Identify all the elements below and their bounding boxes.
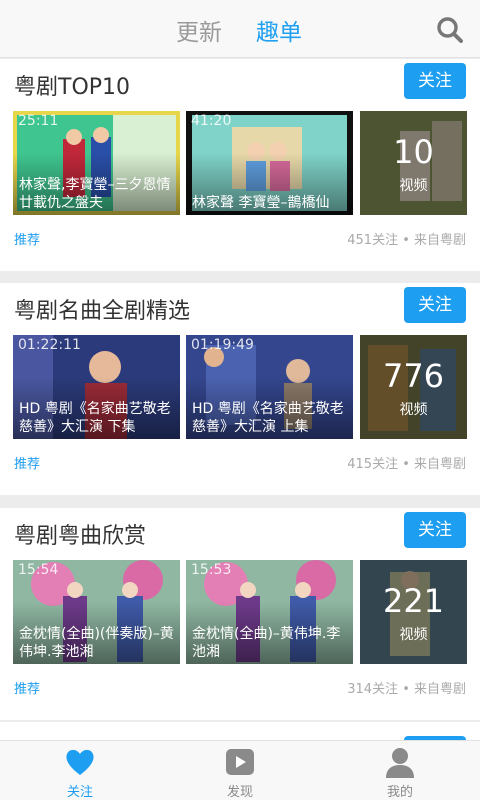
video-count: 221: [382, 582, 445, 620]
recommend-tag[interactable]: 推荐: [14, 229, 40, 248]
nav-follow[interactable]: 关注: [40, 745, 120, 800]
video-thumbnail[interactable]: 41:20 林家聲 李寶瑩–鵲橋仙: [186, 111, 353, 215]
more-videos-tile[interactable]: 221 视频: [360, 560, 467, 664]
video-thumbnail[interactable]: 01:19:49 HD 粤剧《名家曲艺敬老慈善》大汇演 上集: [186, 335, 353, 439]
card-title: 粤剧粤曲欣赏: [14, 524, 147, 549]
video-thumbnail[interactable]: 15:54 金枕情(全曲)(伴奏版)–黄伟坤.李池湘: [13, 560, 180, 664]
nav-label: 关注: [66, 785, 93, 800]
nav-label: 我的: [386, 785, 413, 800]
play-icon: [223, 745, 257, 779]
video-count-label: 视频: [399, 178, 428, 194]
top-bar: 更新 趣单: [0, 0, 480, 58]
follow-meta: 415关注 • 来自粤剧: [347, 457, 466, 472]
heart-icon: [63, 745, 97, 779]
nav-discover[interactable]: 发现: [200, 745, 280, 800]
nav-label: 发现: [226, 785, 253, 800]
playlist-card[interactable]: 粤剧TOP10 关注 25:11 林家聲,李寶瑩–三夕恩情廿載仇之盤夫 41:2…: [0, 59, 480, 271]
video-caption: 金枕情(全曲)–黄伟坤.李池湘: [192, 626, 341, 660]
more-videos-tile[interactable]: 776 视频: [360, 335, 467, 439]
follow-meta: 314关注 • 来自粤剧: [347, 682, 466, 697]
video-thumbnail[interactable]: 25:11 林家聲,李寶瑩–三夕恩情廿載仇之盤夫: [13, 111, 180, 215]
video-duration: 01:19:49: [191, 337, 254, 353]
tab-playlists[interactable]: 趣单: [256, 13, 302, 47]
video-caption: 林家聲 李寶瑩–鵲橋仙: [192, 195, 330, 211]
video-thumbnail[interactable]: 15:53 金枕情(全曲)–黄伟坤.李池湘: [186, 560, 353, 664]
video-count-label: 视频: [399, 627, 428, 643]
video-count: 10: [393, 133, 434, 171]
card-title: 粤剧名曲全剧精选: [14, 299, 191, 324]
video-caption: 金枕情(全曲)(伴奏版)–黄伟坤.李池湘: [19, 626, 174, 660]
more-videos-tile[interactable]: 10 视频: [360, 111, 467, 215]
recommend-tag[interactable]: 推荐: [14, 678, 40, 697]
card-title: 粤剧TOP10: [14, 75, 131, 100]
tab-update[interactable]: 更新: [176, 13, 222, 47]
follow-button[interactable]: 关注: [404, 287, 466, 323]
video-count-label: 视频: [399, 402, 428, 418]
video-duration: 15:54: [18, 562, 59, 578]
follow-button[interactable]: 关注: [404, 512, 466, 548]
video-thumbnail[interactable]: 01:22:11 HD 粤剧《名家曲艺敬老慈善》大汇演 下集: [13, 335, 180, 439]
bottom-nav: 关注 发现 我的: [0, 740, 480, 800]
video-duration: 25:11: [18, 113, 59, 129]
playlist-card[interactable]: 粤剧粤曲欣赏 关注 15:54 金枕情(全曲)(伴奏版)–黄伟坤.李池湘 15:…: [0, 508, 480, 720]
video-count: 776: [382, 357, 445, 395]
video-caption: HD 粤剧《名家曲艺敬老慈善》大汇演 上集: [192, 401, 344, 435]
video-duration: 15:53: [191, 562, 232, 578]
follow-meta: 451关注 • 来自粤剧: [347, 233, 466, 248]
nav-mine[interactable]: 我的: [360, 745, 440, 800]
search-icon[interactable]: [436, 16, 464, 44]
video-caption: HD 粤剧《名家曲艺敬老慈善》大汇演 下集: [19, 401, 171, 435]
video-caption: 林家聲,李寶瑩–三夕恩情廿載仇之盤夫: [19, 177, 171, 211]
video-duration: 01:22:11: [18, 337, 81, 353]
follow-button[interactable]: 关注: [404, 63, 466, 99]
person-icon: [383, 745, 417, 779]
video-duration: 41:20: [191, 113, 232, 129]
playlist-card[interactable]: 粤剧名曲全剧精选 关注 01:22:11 HD 粤剧《名家曲艺敬老慈善》大汇演 …: [0, 283, 480, 495]
recommend-tag[interactable]: 推荐: [14, 453, 40, 472]
